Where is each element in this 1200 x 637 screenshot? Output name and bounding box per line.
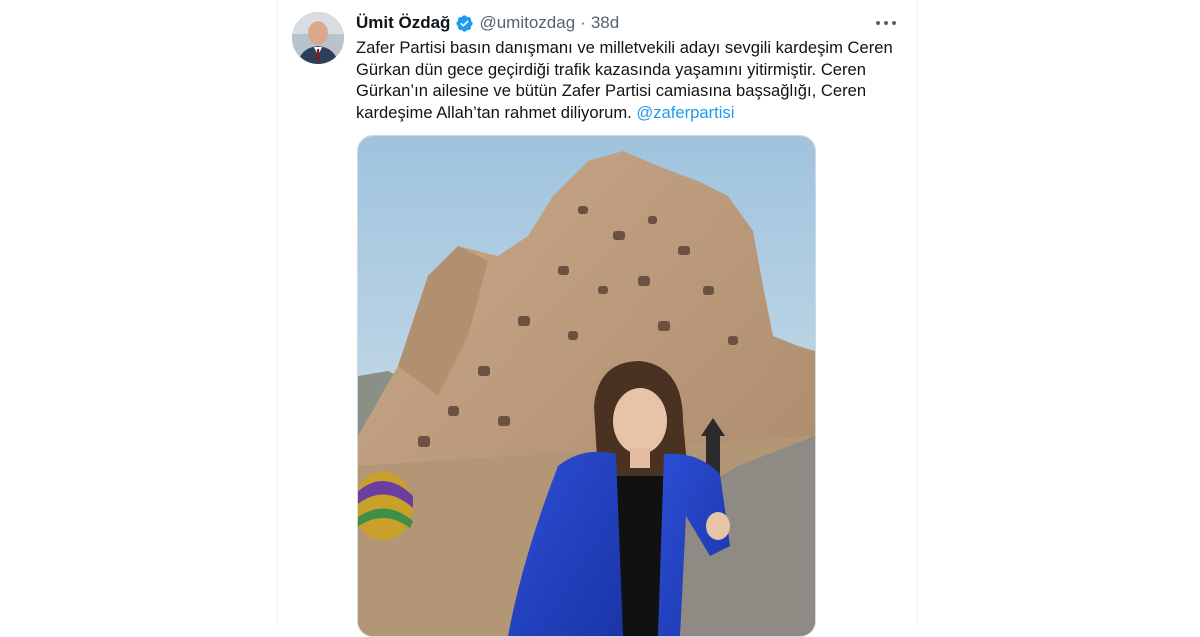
mention-link[interactable]: @zaferpartisi — [636, 103, 734, 122]
timestamp[interactable]: 38d — [591, 13, 619, 33]
timeline-right-border — [917, 0, 918, 628]
right-background — [918, 0, 1200, 628]
separator-dot: · — [580, 13, 586, 32]
author-handle[interactable]: @umitozdag — [479, 13, 575, 33]
avatar-image — [292, 12, 344, 64]
left-background — [0, 0, 277, 628]
tweet-card[interactable]: Ümit Özdağ @umitozdag · 38d Zafer Partis… — [278, 0, 917, 637]
more-options-icon[interactable] — [873, 10, 899, 36]
tweet-header: Ümit Özdağ @umitozdag · 38d — [356, 12, 619, 34]
author-name[interactable]: Ümit Özdağ — [356, 13, 450, 33]
photo-image — [358, 136, 815, 636]
avatar[interactable] — [292, 12, 344, 64]
verified-badge-icon — [456, 14, 474, 32]
tweet-photo[interactable] — [357, 135, 816, 637]
tweet-body: Zafer Partisi basın danışmanı ve milletv… — [356, 38, 893, 123]
tweet-text: Zafer Partisi basın danışmanı ve milletv… — [356, 37, 901, 124]
